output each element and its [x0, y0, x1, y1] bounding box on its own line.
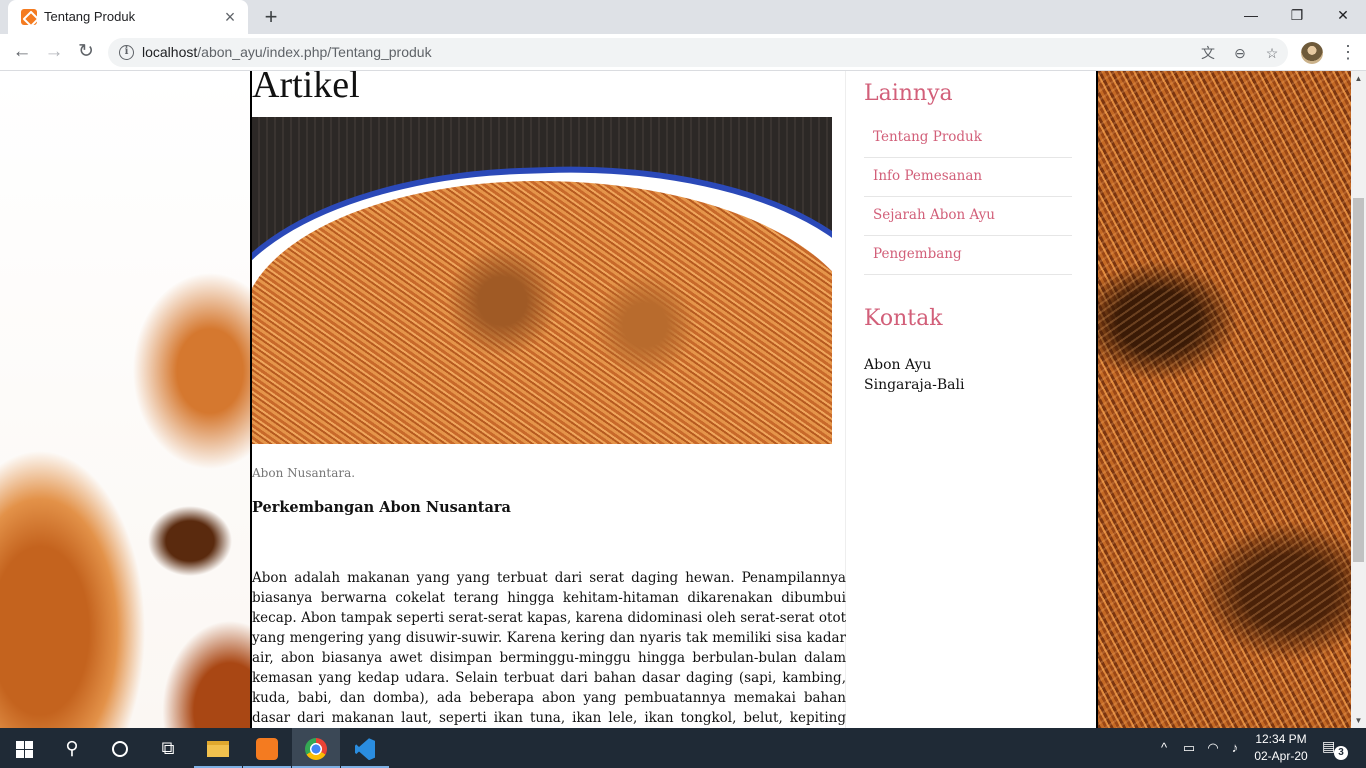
tab-title: Tentang Produk	[44, 9, 136, 24]
chrome-icon	[305, 738, 327, 761]
clock[interactable]: 12:34 PM 02-Apr-20	[1252, 731, 1310, 765]
contact-block: Abon Ayu Singaraja-Bali	[864, 355, 964, 395]
close-tab-icon[interactable]: ×	[220, 7, 240, 27]
profile-avatar[interactable]	[1301, 42, 1323, 64]
url-text[interactable]: localhost/abon_ayu/index.php/Tentang_pro…	[142, 44, 432, 60]
tab-strip: Tentang Produk × + — ❐ ✕	[0, 0, 1366, 34]
sidebar-menu: Tentang Produk Info Pemesanan Sejarah Ab…	[864, 119, 1072, 275]
cortana-icon	[112, 741, 128, 758]
vscode-icon	[355, 738, 375, 761]
taskbar: ⚲ ⧉ ^ ▭ ◠ ♪ 12:34 PM 02-Apr-20 ▤ 3	[0, 728, 1366, 768]
info-icon[interactable]: i	[119, 45, 134, 60]
wifi-icon[interactable]: ◠	[1204, 739, 1222, 757]
sidebar-menu-heading: Lainnya	[864, 81, 953, 106]
chrome-button[interactable]	[292, 728, 340, 768]
start-button[interactable]	[0, 728, 48, 768]
sidebar-item-pengembang[interactable]: Pengembang	[864, 236, 1072, 275]
new-tab-button[interactable]: +	[258, 4, 284, 30]
task-view-icon[interactable]: ⧉	[144, 728, 192, 768]
scroll-down-icon[interactable]: ▼	[1351, 713, 1366, 728]
background-image-right	[1098, 71, 1351, 728]
search-icon[interactable]: ⚲	[48, 728, 96, 768]
translate-icon[interactable]: 文	[1196, 41, 1220, 65]
page-viewport: Artikel Abon Nusantara. Perkembangan Abo…	[0, 71, 1366, 728]
menu-icon[interactable]: ⋮	[1334, 38, 1362, 66]
chevron-up-icon[interactable]: ^	[1155, 739, 1173, 757]
sidebar-item-tentang-produk[interactable]: Tentang Produk	[864, 119, 1072, 158]
contact-heading: Kontak	[864, 306, 943, 331]
scroll-up-icon[interactable]: ▲	[1351, 71, 1366, 86]
clock-date: 02-Apr-20	[1254, 749, 1308, 763]
folder-icon	[207, 741, 229, 758]
star-icon[interactable]: ☆	[1260, 41, 1284, 65]
article-column: Artikel Abon Nusantara. Perkembangan Abo…	[252, 71, 846, 728]
xampp-favicon-icon	[21, 9, 37, 25]
xampp-icon	[256, 738, 278, 761]
zoom-icon[interactable]: ⊖	[1228, 41, 1252, 65]
file-explorer-button[interactable]	[194, 728, 242, 768]
browser-toolbar: ← → ↻ i localhost/abon_ayu/index.php/Ten…	[0, 34, 1366, 71]
article-body: Abon adalah makanan yang yang terbuat da…	[252, 570, 846, 726]
back-icon[interactable]: ←	[8, 38, 36, 66]
vscode-button[interactable]	[341, 728, 389, 768]
section-title: Perkembangan Abon Nusantara	[252, 499, 511, 516]
restore-button[interactable]: ❐	[1274, 0, 1320, 30]
reload-icon[interactable]: ↻	[72, 38, 100, 66]
close-window-button[interactable]: ✕	[1320, 0, 1366, 30]
notification-center-button[interactable]: ▤ 3	[1322, 738, 1348, 760]
forward-icon[interactable]: →	[40, 38, 68, 66]
minimize-button[interactable]: —	[1228, 0, 1274, 30]
windows-logo-icon	[15, 740, 33, 758]
xampp-button[interactable]	[243, 728, 291, 768]
cortana-button[interactable]	[96, 728, 144, 768]
page-title: Artikel	[252, 71, 360, 106]
scroll-thumb[interactable]	[1353, 198, 1364, 562]
browser-tab[interactable]: Tentang Produk ×	[8, 0, 248, 34]
page-container: Artikel Abon Nusantara. Perkembangan Abo…	[250, 71, 1098, 728]
image-caption: Abon Nusantara.	[252, 466, 356, 480]
address-bar[interactable]: i localhost/abon_ayu/index.php/Tentang_p…	[108, 38, 1288, 67]
background-image-left	[0, 71, 252, 728]
contact-city: Singaraja-Bali	[864, 377, 965, 393]
sidebar: Lainnya Tentang Produk Info Pemesanan Se…	[864, 71, 1072, 728]
notification-count-badge: 3	[1334, 746, 1348, 760]
abon-photo	[252, 117, 832, 444]
sidebar-item-sejarah-abon-ayu[interactable]: Sejarah Abon Ayu	[864, 197, 1072, 236]
volume-icon[interactable]: ♪	[1226, 739, 1244, 757]
page-scrollbar[interactable]: ▲ ▼	[1351, 71, 1366, 728]
battery-icon[interactable]: ▭	[1180, 739, 1198, 757]
clock-time: 12:34 PM	[1255, 732, 1307, 746]
contact-name: Abon Ayu	[864, 357, 932, 373]
sidebar-item-info-pemesanan[interactable]: Info Pemesanan	[864, 158, 1072, 197]
